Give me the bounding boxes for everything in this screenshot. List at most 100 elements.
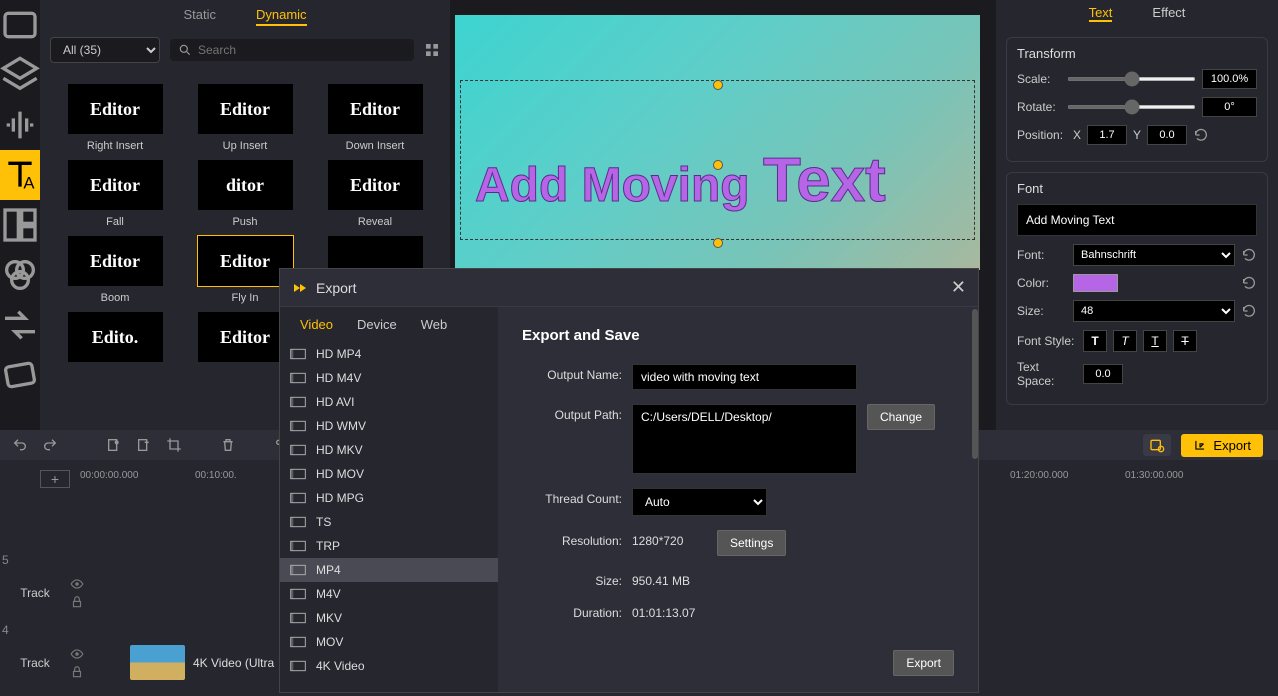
format-mkv[interactable]: MKV	[280, 606, 498, 630]
lock-icon[interactable]	[70, 595, 84, 609]
asset-label: Up Insert	[180, 140, 310, 152]
settings-button[interactable]: Settings	[717, 530, 786, 556]
color-swatch[interactable]	[1073, 274, 1118, 292]
redo-icon[interactable]	[42, 437, 58, 453]
tab-effect[interactable]: Effect	[1152, 5, 1185, 22]
search-input[interactable]	[198, 43, 406, 57]
left-toolbar: A	[0, 0, 40, 430]
mark-add-icon[interactable]	[136, 437, 152, 453]
preview-canvas[interactable]: Add Moving Text	[455, 15, 980, 270]
preview-text[interactable]: Add Moving Text	[475, 145, 886, 216]
asset-item-4[interactable]: ditorPush	[180, 160, 310, 228]
font-select[interactable]: Bahnschrift	[1073, 244, 1235, 266]
format-m4v[interactable]: M4V	[280, 582, 498, 606]
tool-transitions[interactable]	[0, 300, 40, 350]
strikethrough-button[interactable]: T	[1173, 330, 1197, 352]
format-hd-mkv[interactable]: HD MKV	[280, 438, 498, 462]
modal-tab-video[interactable]: Video	[300, 317, 333, 332]
tool-audio[interactable]	[0, 100, 40, 150]
asset-item-5[interactable]: EditorReveal	[310, 160, 440, 228]
reset-size-icon[interactable]	[1241, 303, 1257, 319]
change-path-button[interactable]: Change	[867, 404, 935, 430]
output-name-input[interactable]	[632, 364, 857, 390]
size-label: Size:	[1017, 304, 1067, 318]
add-track-button[interactable]: +	[40, 470, 70, 488]
resolution-value: 1280*720	[632, 530, 707, 548]
export-bar: Export	[996, 430, 1278, 460]
scale-label: Scale:	[1017, 72, 1061, 86]
format-mov[interactable]: MOV	[280, 630, 498, 654]
format-hd-mov[interactable]: HD MOV	[280, 462, 498, 486]
lock-icon-2[interactable]	[70, 665, 84, 679]
video-clip[interactable]: 4K Video (Ultra	[130, 640, 274, 685]
format-hd-m4v[interactable]: HD M4V	[280, 366, 498, 390]
underline-button[interactable]: T	[1143, 330, 1167, 352]
asset-thumb: Editor	[328, 84, 423, 134]
asset-item-9[interactable]: Edito.	[50, 312, 180, 368]
asset-item-3[interactable]: EditorFall	[50, 160, 180, 228]
delete-icon[interactable]	[220, 437, 236, 453]
position-x[interactable]	[1087, 125, 1127, 145]
size-label: Size:	[522, 570, 622, 588]
reset-font-icon[interactable]	[1241, 247, 1257, 263]
format-hd-wmv[interactable]: HD WMV	[280, 414, 498, 438]
rotate-slider[interactable]	[1067, 105, 1196, 109]
format-hd-mpg[interactable]: HD MPG	[280, 486, 498, 510]
position-y[interactable]	[1147, 125, 1187, 145]
size-select[interactable]: 48	[1073, 300, 1235, 322]
export-button[interactable]: Export	[1181, 434, 1263, 457]
tool-subtitles[interactable]	[0, 350, 40, 400]
handle-bottom[interactable]	[713, 238, 723, 248]
fontstyle-label: Font Style:	[1017, 334, 1077, 348]
modal-close-button[interactable]: ✕	[951, 277, 966, 298]
text-content-input[interactable]	[1017, 204, 1257, 236]
rotate-value[interactable]	[1202, 97, 1257, 117]
tool-media[interactable]	[0, 0, 40, 50]
export-icon	[1193, 438, 1207, 452]
tool-filters[interactable]	[0, 250, 40, 300]
mark-in-icon[interactable]	[106, 437, 122, 453]
modal-tab-web[interactable]: Web	[421, 317, 448, 332]
preview-settings-icon[interactable]	[1143, 434, 1171, 456]
visibility-icon[interactable]	[70, 577, 84, 591]
format-trp[interactable]: TRP	[280, 534, 498, 558]
y-label: Y	[1133, 128, 1141, 142]
scale-slider[interactable]	[1067, 77, 1196, 81]
grid-view-icon[interactable]	[424, 42, 440, 58]
color-label: Color:	[1017, 276, 1067, 290]
format-hd-mp4[interactable]: HD MP4	[280, 342, 498, 366]
tool-templates[interactable]	[0, 200, 40, 250]
output-path-input[interactable]: C:/Users/DELL/Desktop/	[632, 404, 857, 474]
transform-title: Transform	[1017, 46, 1257, 61]
asset-item-6[interactable]: EditorBoom	[50, 236, 180, 304]
tab-static[interactable]: Static	[183, 5, 216, 26]
scale-value[interactable]	[1202, 69, 1257, 89]
reset-color-icon[interactable]	[1241, 275, 1257, 291]
format-4k-video[interactable]: 4K Video	[280, 654, 498, 678]
track-num-4: 4	[2, 623, 9, 637]
undo-icon[interactable]	[12, 437, 28, 453]
textspace-value[interactable]	[1083, 364, 1123, 384]
thread-select[interactable]: Auto	[632, 488, 767, 516]
tool-layers[interactable]	[0, 50, 40, 100]
italic-button[interactable]: T	[1113, 330, 1137, 352]
format-mp4[interactable]: MP4	[280, 558, 498, 582]
bold-button[interactable]: T	[1083, 330, 1107, 352]
format-hd-avi[interactable]: HD AVI	[280, 390, 498, 414]
modal-tab-device[interactable]: Device	[357, 317, 397, 332]
right-tabs: Text Effect	[1006, 0, 1268, 27]
asset-item-0[interactable]: EditorRight Insert	[50, 84, 180, 152]
asset-item-2[interactable]: EditorDown Insert	[310, 84, 440, 152]
tab-text[interactable]: Text	[1089, 5, 1113, 22]
asset-filter-select[interactable]: All (35)	[50, 37, 160, 63]
format-ts[interactable]: TS	[280, 510, 498, 534]
visibility-icon-2[interactable]	[70, 647, 84, 661]
tool-text[interactable]: A	[0, 150, 40, 200]
asset-item-1[interactable]: EditorUp Insert	[180, 84, 310, 152]
reset-position-icon[interactable]	[1193, 127, 1209, 143]
handle-top[interactable]	[713, 80, 723, 90]
tab-dynamic[interactable]: Dynamic	[256, 5, 307, 26]
format-list: HD MP4HD M4VHD AVIHD WMVHD MKVHD MOVHD M…	[280, 342, 498, 692]
modal-export-button[interactable]: Export	[893, 650, 954, 676]
crop-icon[interactable]	[166, 437, 182, 453]
